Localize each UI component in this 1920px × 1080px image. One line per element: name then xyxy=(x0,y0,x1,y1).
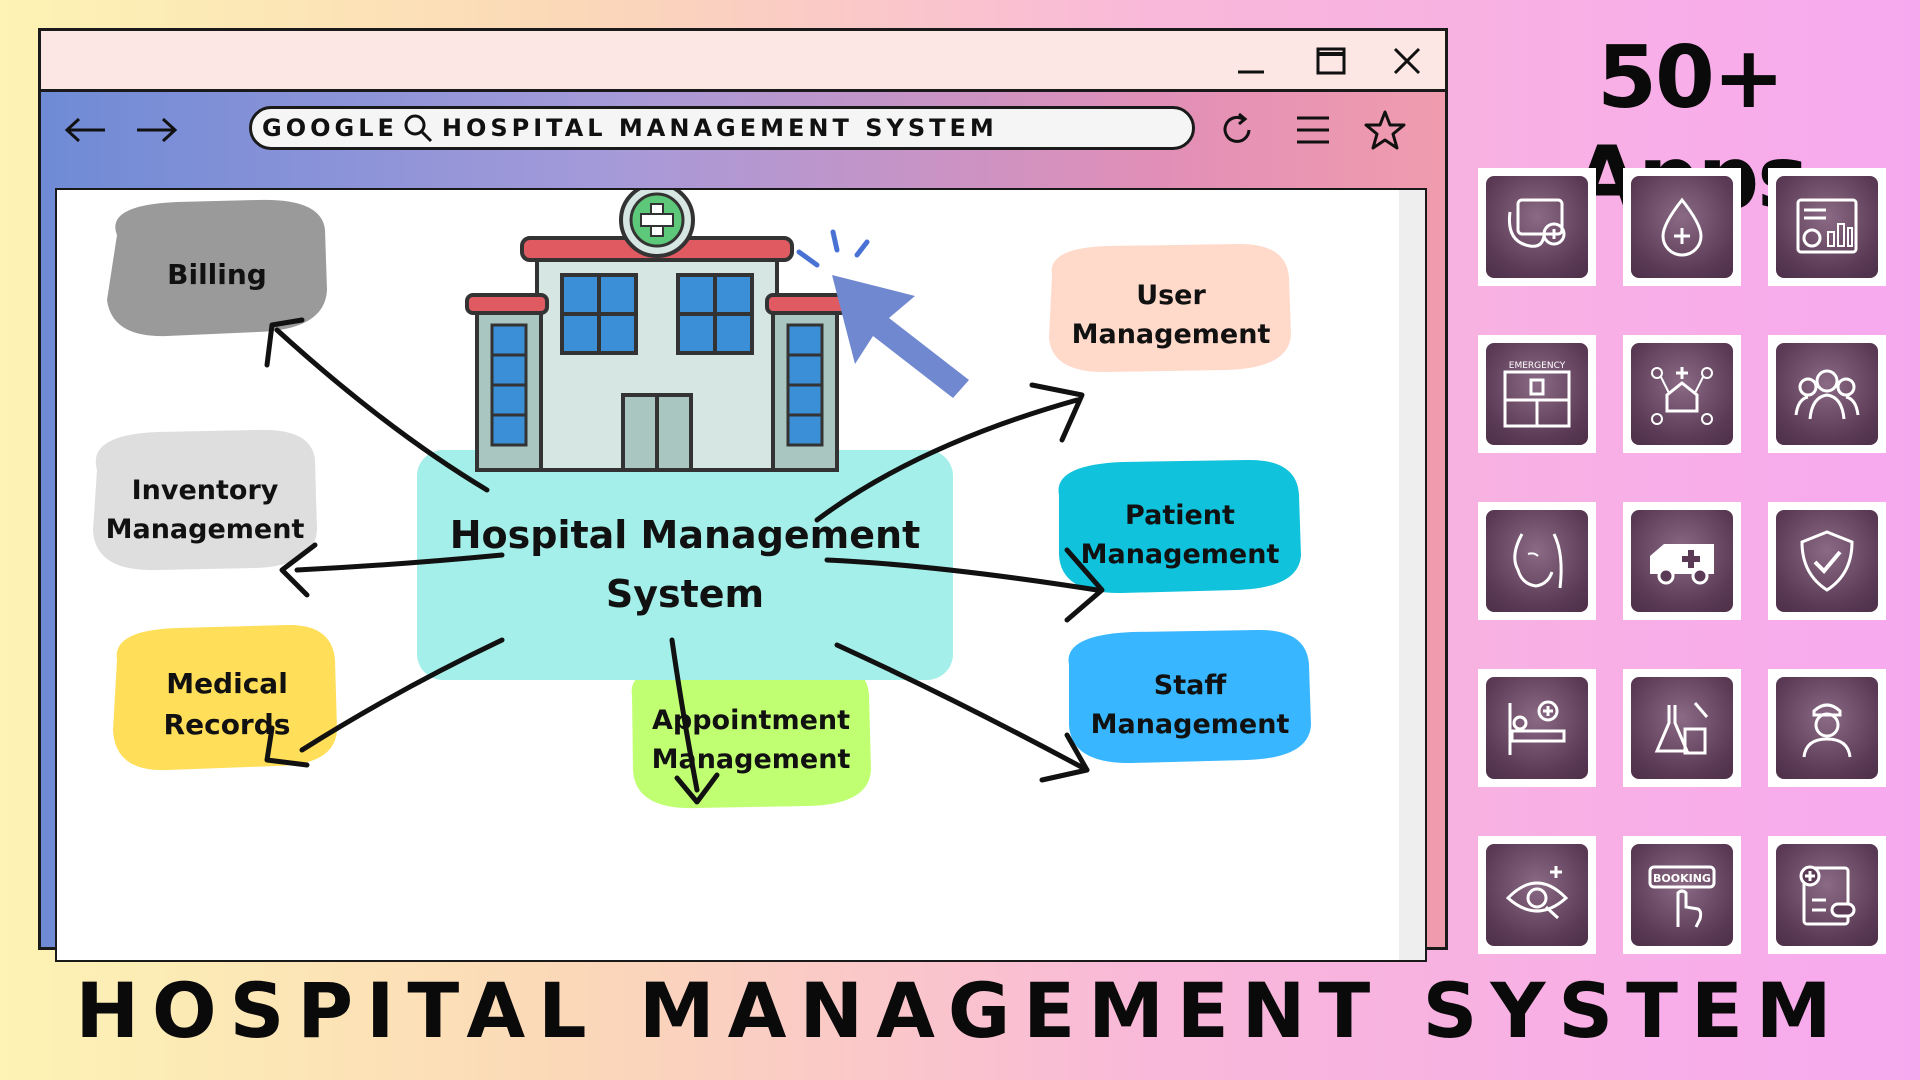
medical-records-node[interactable]: Medical Records xyxy=(117,650,337,760)
app-tile[interactable] xyxy=(1478,502,1596,620)
hospital-bed-icon xyxy=(1508,700,1566,755)
app-tile[interactable] xyxy=(1623,168,1741,286)
billing-node[interactable]: Billing xyxy=(107,220,327,330)
url-text: HOSPITAL MANAGEMENT SYSTEM xyxy=(441,114,998,142)
staff-management-node[interactable]: Staff Management xyxy=(1069,650,1311,760)
nurse-icon xyxy=(1802,703,1852,758)
app-tile[interactable] xyxy=(1623,335,1741,453)
lab-flask-icon xyxy=(1654,702,1709,755)
prescription-icon xyxy=(1799,865,1856,926)
title-bar xyxy=(41,31,1445,92)
app-tile[interactable] xyxy=(1478,836,1596,954)
app-tile[interactable] xyxy=(1768,335,1886,453)
central-node-label[interactable]: Hospital Management System xyxy=(417,465,953,665)
appointment-management-node[interactable]: Appointment Management xyxy=(633,680,869,800)
bookmark-star-icon[interactable] xyxy=(1361,106,1409,154)
address-bar[interactable]: GOOGLE HOSPITAL MANAGEMENT SYSTEM xyxy=(249,106,1195,150)
ambulance-icon xyxy=(1650,544,1714,585)
hospital-network-icon xyxy=(1651,367,1713,425)
shield-check-icon xyxy=(1800,530,1854,592)
forward-arrow-icon[interactable] xyxy=(133,106,181,154)
blood-drop-icon xyxy=(1661,197,1703,257)
booking-touch-icon: BOOKING xyxy=(1648,865,1716,928)
user-management-node[interactable]: User Management xyxy=(1053,260,1289,370)
browser-window: GOOGLE HOSPITAL MANAGEMENT SYSTEM Billin… xyxy=(38,28,1448,962)
maximize-icon[interactable] xyxy=(1309,39,1353,83)
reload-icon[interactable] xyxy=(1213,106,1261,154)
browser-toolbar: GOOGLE HOSPITAL MANAGEMENT SYSTEM xyxy=(41,92,1445,168)
app-tile[interactable] xyxy=(1768,669,1886,787)
back-arrow-icon[interactable] xyxy=(61,106,109,154)
app-tile[interactable]: EMERGENCY xyxy=(1478,335,1596,453)
eye-search-icon xyxy=(1505,866,1569,920)
app-tile[interactable] xyxy=(1623,502,1741,620)
app-tile[interactable] xyxy=(1768,502,1886,620)
app-tile[interactable] xyxy=(1478,669,1596,787)
close-icon[interactable] xyxy=(1385,39,1429,83)
search-engine-label: GOOGLE xyxy=(262,114,398,142)
app-tile[interactable] xyxy=(1478,168,1596,286)
minimize-icon[interactable] xyxy=(1229,39,1273,83)
app-tile[interactable] xyxy=(1768,836,1886,954)
content-frame: Billing Inventory Management Medical Rec… xyxy=(41,168,1445,962)
search-icon xyxy=(402,112,434,144)
menu-icon[interactable] xyxy=(1289,106,1337,154)
patient-management-node[interactable]: Patient Management xyxy=(1059,480,1301,590)
inventory-management-node[interactable]: Inventory Management xyxy=(93,460,317,560)
app-tile[interactable] xyxy=(1768,168,1886,286)
emergency-cabinet-icon: EMERGENCY xyxy=(1503,361,1571,428)
group-users-icon xyxy=(1794,369,1860,420)
app-tile[interactable] xyxy=(1623,669,1741,787)
app-tile[interactable]: BOOKING xyxy=(1623,836,1741,954)
page-content: Billing Inventory Management Medical Rec… xyxy=(55,188,1427,962)
apps-title: 50+ Apps xyxy=(1574,28,1809,228)
face-profile-icon xyxy=(1513,533,1563,589)
page-title: HOSPITAL MANAGEMENT SYSTEM xyxy=(75,966,1845,1055)
dashboard-chart-icon xyxy=(1796,198,1858,254)
svg-text:EMERGENCY: EMERGENCY xyxy=(1509,361,1566,371)
health-calendar-icon xyxy=(1507,198,1566,248)
hospital-building-icon xyxy=(465,190,849,472)
svg-text:BOOKING: BOOKING xyxy=(1653,872,1711,885)
